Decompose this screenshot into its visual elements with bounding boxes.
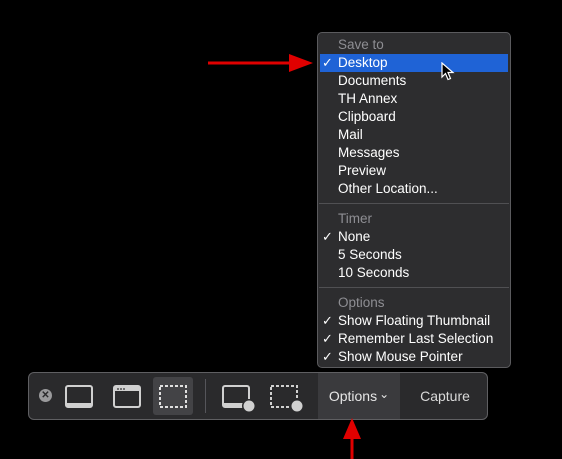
save-options-menu: Save to ✓ Desktop Documents TH Annex Cli… <box>317 32 511 368</box>
capture-selection-icon[interactable] <box>157 377 189 415</box>
menu-item-timer-10[interactable]: 10 Seconds <box>318 264 510 282</box>
close-icon[interactable]: ✕ <box>39 389 52 402</box>
menu-item-messages[interactable]: Messages <box>318 144 510 162</box>
checkmark-icon: ✓ <box>322 313 333 328</box>
menu-item-other-location[interactable]: Other Location... <box>318 180 510 198</box>
menu-item-show-mouse-pointer[interactable]: ✓ Show Mouse Pointer <box>318 348 510 366</box>
options-label: Options <box>328 388 378 404</box>
annotation-arrow-right <box>208 54 313 72</box>
menu-item-remember-last-selection[interactable]: ✓ Remember Last Selection <box>318 330 510 348</box>
checkmark-icon: ✓ <box>322 55 333 70</box>
menu-item-clipboard[interactable]: Clipboard <box>318 108 510 126</box>
checkmark-icon: ✓ <box>322 229 333 244</box>
menu-item-timer-none[interactable]: ✓ None <box>318 228 510 246</box>
save-to-header: Save to <box>338 37 384 52</box>
menu-item-mail[interactable]: Mail <box>318 126 510 144</box>
toolbar-divider <box>205 379 206 413</box>
menu-separator <box>319 203 509 204</box>
options-header: Options <box>338 295 385 310</box>
checkmark-icon: ✓ <box>322 331 333 346</box>
record-entire-screen-icon[interactable] <box>219 377 259 415</box>
menu-item-timer-5[interactable]: 5 Seconds <box>318 246 510 264</box>
options-button[interactable]: Options ⌄ <box>318 373 400 419</box>
menu-separator <box>319 287 509 288</box>
record-selection-icon[interactable] <box>267 377 307 415</box>
checkmark-icon: ✓ <box>322 349 333 364</box>
annotation-arrow-up <box>343 418 361 459</box>
capture-button[interactable]: Capture <box>407 373 483 419</box>
menu-item-desktop[interactable]: ✓ Desktop <box>320 54 508 72</box>
capture-window-icon[interactable] <box>111 377 143 415</box>
mouse-cursor-icon <box>441 62 455 81</box>
screenshot-toolbar: ✕ Options ⌄ Capture <box>28 372 488 420</box>
capture-entire-screen-icon[interactable] <box>63 377 95 415</box>
menu-item-show-floating-thumbnail[interactable]: ✓ Show Floating Thumbnail <box>318 312 510 330</box>
menu-item-documents[interactable]: Documents <box>318 72 510 90</box>
chevron-down-icon: ⌄ <box>379 387 390 401</box>
timer-header: Timer <box>338 211 372 226</box>
menu-item-preview[interactable]: Preview <box>318 162 510 180</box>
menu-item-th-annex[interactable]: TH Annex <box>318 90 510 108</box>
